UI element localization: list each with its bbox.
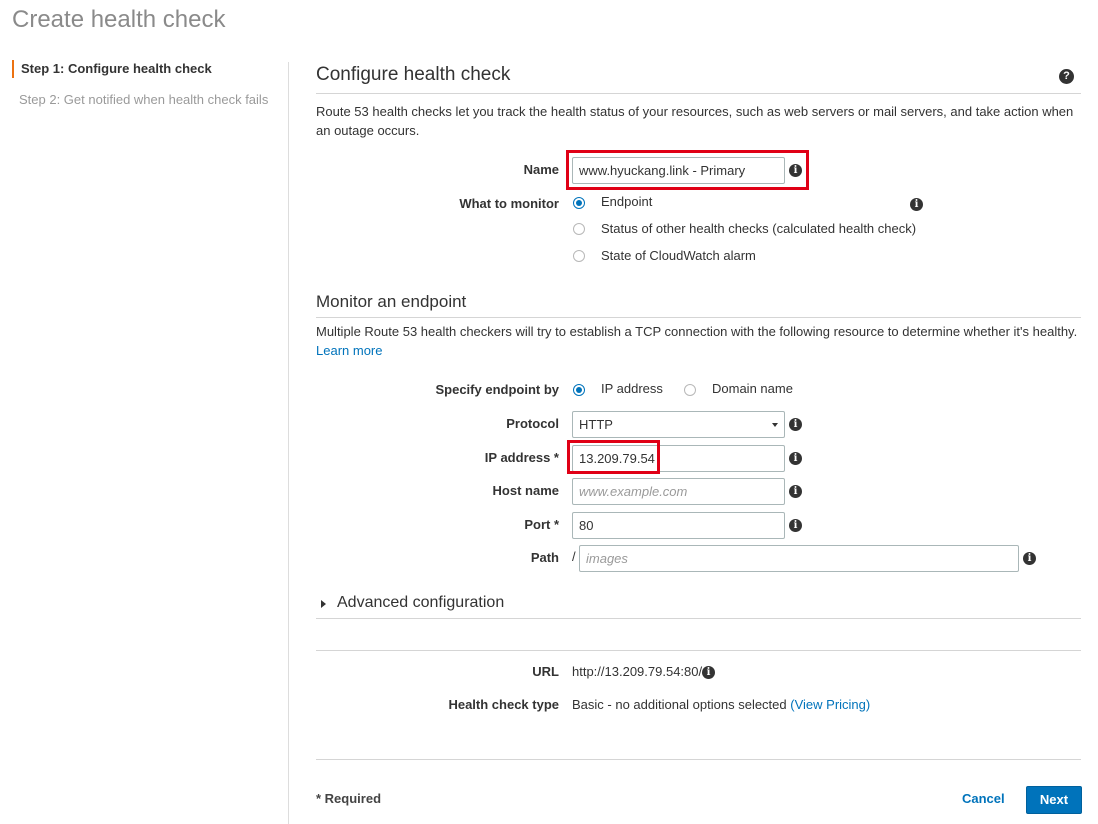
radio-endpoint-label[interactable]: Endpoint (601, 194, 652, 210)
host-name-input[interactable] (572, 478, 785, 505)
health-check-type-label: Health check type (448, 697, 559, 712)
ip-address-label: IP address * (484, 450, 559, 465)
help-icon[interactable]: ? (1059, 69, 1074, 84)
host-name-label: Host name (492, 483, 559, 498)
endpoint-description: Multiple Route 53 health checkers will t… (316, 324, 1078, 339)
section-divider (316, 650, 1081, 651)
view-pricing-link[interactable]: (View Pricing) (790, 697, 870, 712)
info-icon[interactable]: i (789, 452, 802, 465)
info-icon[interactable]: i (789, 418, 802, 431)
page-title: Create health check (12, 6, 226, 33)
next-button[interactable]: Next (1026, 786, 1082, 814)
url-label: URL (532, 664, 559, 679)
required-note: * Required (316, 791, 382, 806)
info-icon[interactable]: i (789, 485, 802, 498)
path-label: Path (530, 550, 559, 565)
health-check-type-value: Basic - no additional options selected (… (572, 697, 870, 712)
port-label: Port * (524, 517, 559, 532)
step-2-notify[interactable]: Step 2: Get notified when health check f… (19, 91, 268, 109)
section-divider (316, 618, 1081, 619)
monitor-label: What to monitor (459, 196, 559, 211)
radio-calculated-label[interactable]: Status of other health checks (calculate… (601, 221, 916, 237)
health-check-type-text: Basic - no additional options selected (572, 697, 787, 712)
radio-ip-address-label[interactable]: IP address (601, 381, 663, 397)
section-title-endpoint: Monitor an endpoint (316, 292, 467, 311)
section-divider (316, 93, 1081, 94)
path-prefix: / (572, 549, 576, 564)
port-input[interactable] (572, 512, 785, 539)
info-icon[interactable]: i (789, 519, 802, 532)
info-icon[interactable]: i (1023, 552, 1036, 565)
section-title-configure: Configure health check (316, 64, 511, 85)
radio-endpoint[interactable] (573, 197, 585, 209)
info-icon[interactable]: i (702, 666, 715, 679)
info-icon[interactable]: i (910, 198, 923, 211)
radio-calculated[interactable] (573, 223, 585, 235)
radio-ip-address[interactable] (573, 384, 585, 396)
path-input[interactable] (579, 545, 1019, 572)
info-icon[interactable]: i (789, 164, 802, 177)
advanced-configuration-toggle[interactable]: Advanced configuration (337, 594, 504, 612)
configure-description: Route 53 health checks let you track the… (316, 104, 1074, 138)
radio-domain-name-label[interactable]: Domain name (712, 381, 793, 397)
caret-right-icon[interactable] (321, 600, 326, 608)
radio-cloudwatch-label[interactable]: State of CloudWatch alarm (601, 248, 756, 264)
url-value: http://13.209.79.54:80/ (572, 664, 703, 679)
highlight-box (567, 440, 660, 474)
learn-more-link[interactable]: Learn more (316, 341, 382, 360)
protocol-label: Protocol (506, 416, 559, 431)
section-divider (316, 759, 1081, 760)
nav-divider (288, 62, 289, 824)
radio-cloudwatch[interactable] (573, 250, 585, 262)
name-label: Name (523, 162, 559, 177)
protocol-value: HTTP (579, 417, 613, 432)
radio-domain-name[interactable] (684, 384, 696, 396)
chevron-down-icon (772, 423, 778, 427)
specify-endpoint-label: Specify endpoint by (435, 382, 559, 397)
section-divider (316, 317, 1081, 318)
protocol-select[interactable]: HTTP (572, 411, 785, 438)
cancel-button[interactable]: Cancel (962, 791, 1005, 806)
highlight-box (566, 150, 809, 190)
step-1-configure[interactable]: Step 1: Configure health check (12, 60, 212, 78)
